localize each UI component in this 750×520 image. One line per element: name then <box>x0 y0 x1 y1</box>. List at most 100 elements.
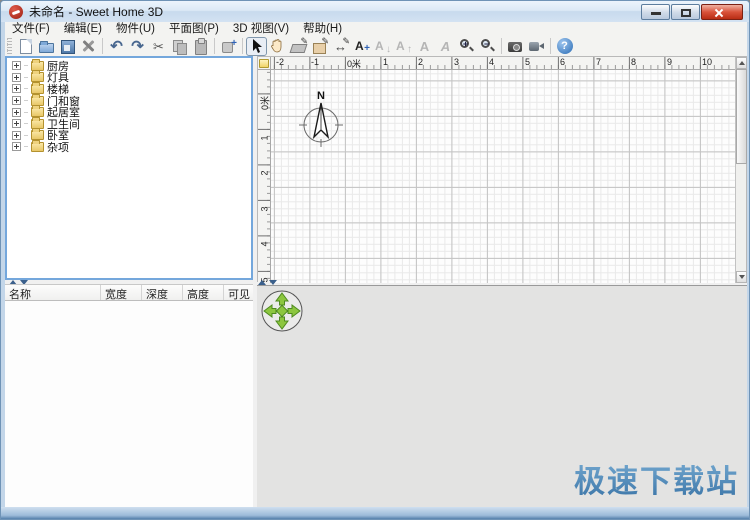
close-button[interactable] <box>701 4 743 20</box>
zoom-in-icon: + <box>458 38 475 54</box>
bold-icon: A <box>416 38 433 54</box>
select-tool-button[interactable] <box>246 37 267 56</box>
menu-bar: 文件(F) 编辑(E) 物件(U) 平面图(P) 3D 视图(V) 帮助(H) <box>5 22 747 36</box>
furniture-table-body <box>5 301 253 509</box>
ruler-label: 1 <box>260 132 270 145</box>
zoom-in-button[interactable]: + <box>456 37 477 56</box>
folder-icon <box>31 72 44 82</box>
create-text-button[interactable]: A+ <box>351 37 372 56</box>
ruler-label: 5 <box>525 57 530 67</box>
compass[interactable]: N <box>295 87 347 153</box>
level-tab-icon[interactable] <box>259 59 269 68</box>
3d-navigation-control[interactable] <box>259 288 305 334</box>
catalog-category-doors-windows[interactable]: 门和窗 <box>7 95 251 107</box>
ruler-label: 2 <box>260 167 270 180</box>
create-dimensions-button[interactable]: ↔✎ <box>330 37 351 56</box>
photo-camera-icon <box>507 38 524 54</box>
italic-icon: A <box>437 38 454 54</box>
maximize-icon <box>681 9 691 17</box>
bold-button[interactable]: A <box>414 37 435 56</box>
create-video-button[interactable] <box>526 37 547 56</box>
minimize-button[interactable] <box>641 4 670 20</box>
column-header-width[interactable]: 宽度 <box>101 285 142 300</box>
expand-plus-icon[interactable] <box>12 84 21 93</box>
client-area: 文件(F) 编辑(E) 物件(U) 平面图(P) 3D 视图(V) 帮助(H) … <box>5 22 747 509</box>
minimize-icon <box>651 12 661 15</box>
expand-plus-icon[interactable] <box>12 131 21 140</box>
decrease-text-size-button[interactable]: A↓ <box>372 37 393 56</box>
menu-edit[interactable]: 编辑(E) <box>57 22 109 36</box>
toolbar-separator <box>102 38 103 54</box>
plan-canvas[interactable]: N <box>271 70 737 283</box>
new-plan-button[interactable] <box>15 37 36 56</box>
italic-button[interactable]: A <box>435 37 456 56</box>
expand-plus-icon[interactable] <box>12 142 21 151</box>
create-text-icon: A+ <box>353 38 370 54</box>
maximize-button[interactable] <box>671 4 700 20</box>
menu-furniture[interactable]: 物件(U) <box>109 22 162 36</box>
menu-plan[interactable]: 平面图(P) <box>162 22 226 36</box>
column-header-name[interactable]: 名称 <box>5 285 101 300</box>
preferences-button[interactable] <box>78 37 99 56</box>
column-header-visible[interactable]: 可见 <box>224 285 253 300</box>
menu-file[interactable]: 文件(F) <box>5 22 57 36</box>
vertical-ruler: 0米 1 2 3 4 5 <box>258 70 271 283</box>
catalog-category-miscellaneous[interactable]: 杂项 <box>7 141 251 153</box>
ruler-label: 10 <box>702 57 712 67</box>
undo-button[interactable]: ↶ <box>106 37 127 56</box>
expand-plus-icon[interactable] <box>12 96 21 105</box>
furniture-catalog-tree[interactable]: 厨房 灯具 楼梯 门和窗 起居室 <box>5 56 253 280</box>
open-folder-icon <box>38 38 55 54</box>
catalog-category-bathroom[interactable]: 卫生间 <box>7 118 251 130</box>
expand-plus-icon[interactable] <box>12 73 21 82</box>
ruler-label: 6 <box>560 57 565 67</box>
view-3d-panel[interactable]: 极速下载站 <box>257 285 747 509</box>
save-button[interactable] <box>57 37 78 56</box>
arrow-up-icon <box>739 61 745 65</box>
folder-icon <box>31 142 44 152</box>
decrease-text-size-icon: A↓ <box>374 38 391 54</box>
scroll-up-button[interactable] <box>736 57 747 69</box>
paste-button[interactable] <box>190 37 211 56</box>
help-button[interactable]: ? <box>554 37 575 56</box>
open-button[interactable] <box>36 37 57 56</box>
create-photo-button[interactable] <box>505 37 526 56</box>
pan-tool-button[interactable] <box>267 37 288 56</box>
cut-button[interactable]: ✂ <box>148 37 169 56</box>
copy-button[interactable] <box>169 37 190 56</box>
catalog-category-lights[interactable]: 灯具 <box>7 72 251 84</box>
ruler-label: 4 <box>260 238 270 251</box>
zoom-out-icon: − <box>479 38 496 54</box>
create-dimensions-icon: ↔✎ <box>332 38 349 54</box>
create-walls-icon: ✎ <box>290 38 307 54</box>
toolbar-grip[interactable] <box>7 38 12 54</box>
increase-text-size-button[interactable]: A↑ <box>393 37 414 56</box>
cut-scissors-icon: ✂ <box>150 38 167 54</box>
menu-3d-view[interactable]: 3D 视图(V) <box>226 22 296 36</box>
folder-icon <box>31 61 44 71</box>
catalog-category-kitchen[interactable]: 厨房 <box>7 60 251 72</box>
scroll-thumb[interactable] <box>736 69 747 164</box>
catalog-category-staircases[interactable]: 楼梯 <box>7 83 251 95</box>
add-furniture-icon: + <box>220 38 237 54</box>
add-furniture-button[interactable]: + <box>218 37 239 56</box>
catalog-category-bedroom[interactable]: 卧室 <box>7 130 251 142</box>
ruler-label: 1 <box>383 57 388 67</box>
column-header-depth[interactable]: 深度 <box>142 285 183 300</box>
expand-plus-icon[interactable] <box>12 108 21 117</box>
ruler-label: 3 <box>454 57 459 67</box>
ruler-label: -2 <box>276 57 284 67</box>
zoom-out-button[interactable]: − <box>477 37 498 56</box>
scroll-down-button[interactable] <box>736 271 747 283</box>
column-header-height[interactable]: 高度 <box>183 285 224 300</box>
menu-help[interactable]: 帮助(H) <box>296 22 349 36</box>
expand-plus-icon[interactable] <box>12 61 21 70</box>
plan-vertical-scrollbar[interactable] <box>735 57 746 283</box>
pan-hand-icon <box>269 38 286 54</box>
create-walls-button[interactable]: ✎ <box>288 37 309 56</box>
redo-button[interactable]: ↷ <box>127 37 148 56</box>
create-rooms-button[interactable]: ✎ <box>309 37 330 56</box>
catalog-category-living-room[interactable]: 起居室 <box>7 106 251 118</box>
ruler-label: 7 <box>596 57 601 67</box>
expand-plus-icon[interactable] <box>12 119 21 128</box>
